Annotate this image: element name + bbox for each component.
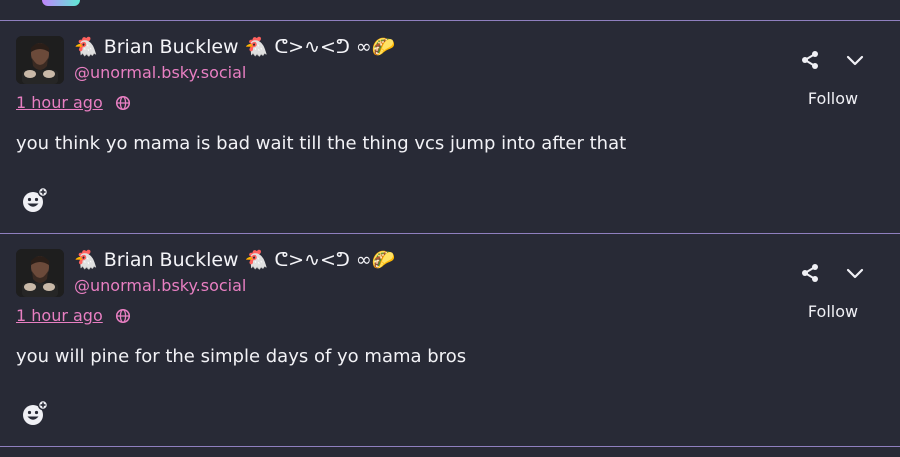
post-text: you will pine for the simple days of yo … [16,346,467,367]
handle[interactable]: @unormal.bsky.social [74,63,246,82]
chevron-down-icon[interactable] [844,262,866,284]
follow-button[interactable]: Follow [796,300,870,324]
follow-button[interactable]: Follow [796,87,870,111]
share-icon[interactable] [799,262,821,284]
timestamp-link[interactable]: 1 hour ago [16,93,103,112]
post-feed: 🐔 Brian Bucklew 🐔 ᕦ>∿<ᕤ ∞🌮 @unormal.bsky… [0,0,900,457]
previous-post-partial [0,0,900,20]
chevron-down-icon[interactable] [844,49,866,71]
handle[interactable]: @unormal.bsky.social [74,276,246,295]
divider [0,446,900,447]
share-icon[interactable] [799,49,821,71]
post-text: you think yo mama is bad wait till the t… [16,133,627,154]
globe-icon [115,308,131,324]
add-reaction-icon[interactable] [20,185,50,215]
post[interactable]: 🐔 Brian Bucklew 🐔 ᕦ>∿<ᕤ ∞🌮 @unormal.bsky… [0,21,900,233]
globe-icon [115,95,131,111]
timestamp-link[interactable]: 1 hour ago [16,306,103,325]
post[interactable]: 🐔 Brian Bucklew 🐔 ᕦ>∿<ᕤ ∞🌮 @unormal.bsky… [0,234,900,446]
display-name[interactable]: 🐔 Brian Bucklew 🐔 ᕦ>∿<ᕤ ∞🌮 [74,35,395,58]
avatar[interactable] [16,249,64,297]
avatar[interactable] [16,36,64,84]
add-reaction-icon[interactable] [20,398,50,428]
display-name[interactable]: 🐔 Brian Bucklew 🐔 ᕦ>∿<ᕤ ∞🌮 [74,248,395,271]
previous-post-pill[interactable] [42,0,80,6]
